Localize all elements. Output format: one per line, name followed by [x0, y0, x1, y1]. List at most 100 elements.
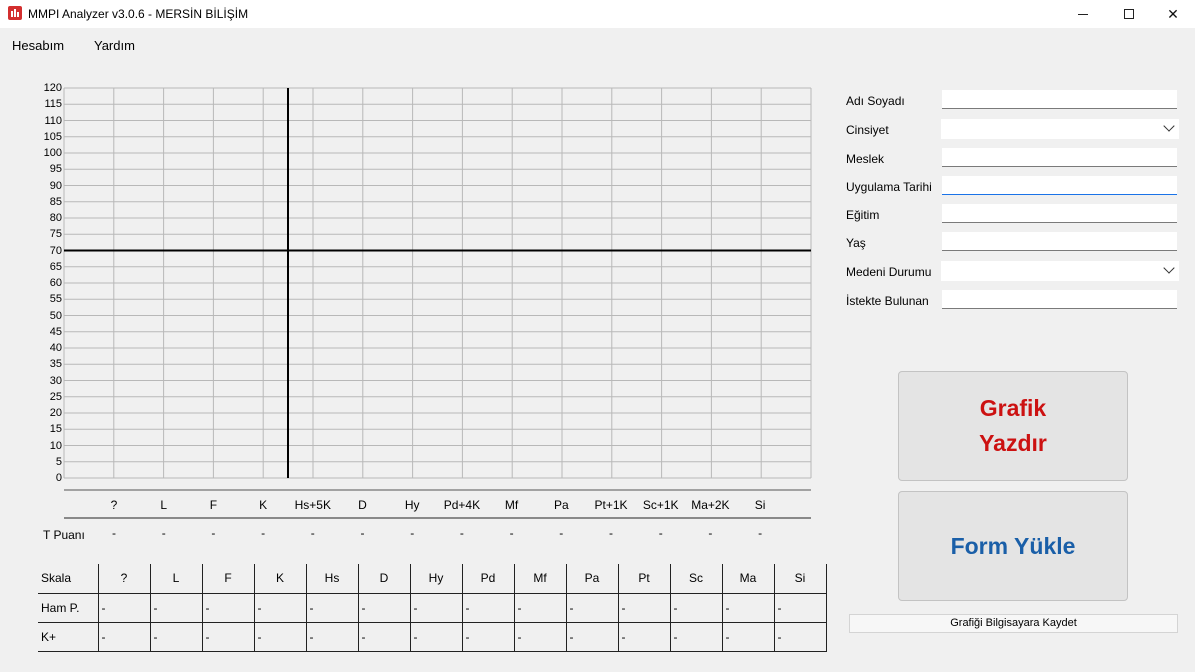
table-cell: -	[306, 593, 359, 623]
table-cell: -	[202, 622, 255, 652]
x-scale-label: Si	[754, 498, 766, 512]
form-yukle-button[interactable]: Form Yükle	[898, 491, 1128, 601]
y-tick-label: 80	[49, 212, 62, 224]
table-cell: -	[254, 622, 307, 652]
t-puani-value: -	[360, 526, 365, 540]
table-row: Ham P. --------------	[38, 593, 827, 623]
form-yukle-label: Form Yükle	[950, 532, 1076, 559]
table-cell: -	[722, 622, 775, 652]
minimize-icon	[1078, 13, 1088, 15]
skala-column-header: Pa	[566, 564, 619, 594]
y-tick-label: 70	[49, 244, 62, 257]
skala-column-header: Sc	[670, 564, 723, 594]
t-puani-value: -	[310, 526, 315, 540]
minimize-button[interactable]	[1060, 0, 1106, 28]
table-cell: -	[150, 593, 203, 623]
y-tick-label: 10	[49, 439, 62, 452]
skala-column-header: Hs	[306, 564, 359, 594]
table-cell: -	[462, 622, 515, 652]
x-scale-label: Pt+1K	[594, 498, 628, 512]
table-cell: -	[514, 622, 567, 652]
yas-field[interactable]	[942, 232, 1177, 251]
meslek-field[interactable]	[942, 148, 1177, 167]
table-cell: -	[306, 622, 359, 652]
grafik-yazdir-line2: Yazdır	[979, 430, 1047, 456]
cinsiyet-label: Cinsiyet	[846, 123, 889, 137]
ad-soyad-field[interactable]	[942, 90, 1177, 109]
x-scale-label: Hs+5K	[294, 498, 331, 512]
y-tick-label: 60	[49, 277, 62, 289]
t-puani-value: -	[161, 526, 166, 540]
row-label-k: K+	[38, 622, 99, 652]
y-tick-label: 115	[44, 98, 62, 111]
y-tick-label: 35	[49, 358, 62, 371]
x-scale-label: ?	[110, 498, 118, 512]
skala-column-header: ?	[98, 564, 151, 594]
y-tick-label: 65	[49, 260, 62, 273]
cinsiyet-select[interactable]	[941, 119, 1179, 139]
table-cell: -	[566, 593, 619, 623]
ad-soyad-label: Adı Soyadı	[846, 94, 905, 108]
x-scale-label: D	[358, 498, 367, 512]
close-button[interactable]: ✕	[1150, 0, 1195, 28]
istekte-bulunan-field[interactable]	[942, 290, 1177, 309]
maximize-button[interactable]	[1106, 0, 1152, 28]
skala-column-header: Pt	[618, 564, 671, 594]
y-tick-label: 30	[49, 374, 62, 387]
t-puani-label: T Puanı	[43, 528, 85, 542]
y-tick-label: 105	[43, 130, 62, 143]
uygulama-tarihi-label: Uygulama Tarihi	[846, 180, 932, 194]
medeni-durum-select[interactable]	[941, 261, 1179, 281]
chart-grid	[63, 87, 812, 519]
chevron-down-icon	[1163, 262, 1175, 274]
table-cell: -	[98, 593, 151, 623]
table-cell: -	[358, 622, 411, 652]
y-tick-label: 40	[49, 342, 62, 354]
table-cell: -	[98, 622, 151, 652]
skala-header-label: Skala	[38, 564, 99, 594]
y-tick-label: 85	[49, 195, 62, 208]
y-tick-label: 0	[55, 472, 62, 484]
y-tick-label: 75	[49, 228, 62, 241]
t-puani-value: -	[112, 526, 116, 540]
skala-column-header: Mf	[514, 564, 567, 594]
x-scale-label: Hy	[404, 498, 420, 512]
t-puani-value: -	[509, 526, 514, 540]
skala-header-row: Skala ? L F K Hs D Hy Pd Mf Pa Pt Sc Ma Si	[38, 564, 827, 594]
grafigi-kaydet-button[interactable]: Grafiği Bilgisayara Kaydet	[849, 614, 1178, 633]
table-cell: -	[514, 593, 567, 623]
chevron-down-icon	[1163, 120, 1175, 132]
x-scale-label: K	[259, 498, 268, 512]
y-tick-label: 95	[49, 163, 62, 176]
medeni-durum-label: Medeni Durumu	[846, 265, 932, 279]
y-tick-label: 45	[49, 325, 62, 338]
x-scale-label: Sc+1K	[642, 498, 679, 512]
grafik-yazdir-button[interactable]: Grafik Yazdır	[898, 371, 1128, 481]
table-cell: -	[774, 622, 827, 652]
t-puani-value: -	[708, 526, 713, 540]
y-tick-label: 50	[49, 309, 62, 322]
t-puani-value: -	[261, 526, 266, 540]
y-tick-label: 15	[49, 423, 62, 436]
t-puani-value: -	[459, 526, 464, 540]
y-tick-label: 100	[43, 147, 62, 159]
y-tick-label: 25	[49, 390, 62, 403]
skala-column-header: Hy	[410, 564, 463, 594]
table-cell: -	[670, 622, 723, 652]
x-scale-label: Ma+2K	[691, 498, 730, 512]
skala-column-header: Si	[774, 564, 827, 594]
egitim-field[interactable]	[942, 204, 1177, 223]
table-cell: -	[410, 593, 463, 623]
skala-column-header: L	[150, 564, 203, 594]
skala-column-header: D	[358, 564, 411, 594]
skala-column-header: K	[254, 564, 307, 594]
table-cell: -	[410, 622, 463, 652]
t-puani-value: -	[211, 526, 216, 540]
table-cell: -	[618, 622, 671, 652]
uygulama-tarihi-field[interactable]	[942, 176, 1177, 195]
table-cell: -	[566, 622, 619, 652]
close-icon: ✕	[1167, 5, 1179, 22]
x-scale-label: Mf	[504, 498, 519, 512]
t-puani-value: -	[609, 526, 613, 540]
table-cell: -	[670, 593, 723, 623]
